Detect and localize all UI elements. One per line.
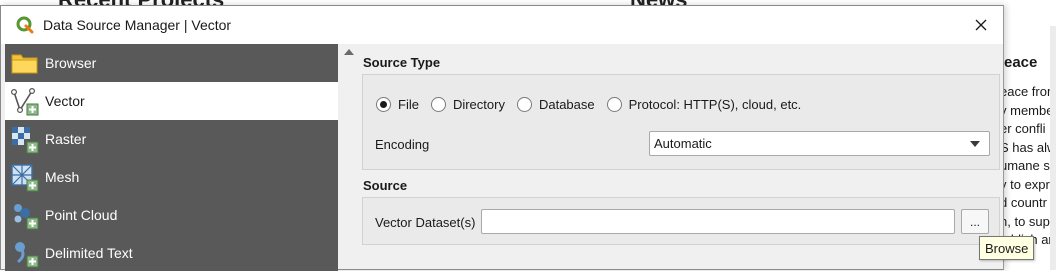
qgis-logo-icon xyxy=(16,16,34,34)
encoding-select[interactable]: Automatic xyxy=(649,131,990,156)
folder-icon xyxy=(11,54,38,74)
encoding-select-value: Automatic xyxy=(654,136,712,151)
radio-indicator xyxy=(606,97,622,112)
news-item-title: eace xyxy=(1004,54,1038,71)
radio-indicator xyxy=(430,97,446,112)
nav-item-point-cloud[interactable]: Point Cloud xyxy=(5,196,338,234)
news-panel: eace eace from y member er confli S has … xyxy=(1004,26,1056,270)
dialog-title: Data Source Manager | Vector xyxy=(43,17,232,33)
radio-database[interactable]: Database xyxy=(516,97,595,112)
browse-tooltip: Browse xyxy=(979,236,1035,260)
source-heading: Source xyxy=(363,178,408,193)
scroll-up-arrow-icon[interactable] xyxy=(343,47,355,57)
radio-label-protocol: Protocol: HTTP(S), cloud, etc. xyxy=(628,97,802,112)
vector-source-panel: Source Type File Directory Database Prot… xyxy=(342,44,1003,271)
radio-label-directory: Directory xyxy=(452,97,505,112)
delimited-text-icon xyxy=(15,242,39,268)
browse-button[interactable]: ... xyxy=(961,209,989,234)
source-type-list: Browser Vector Raster Mesh Point Cloud D… xyxy=(5,44,338,271)
vector-dataset-label: Vector Dataset(s) xyxy=(375,215,476,230)
nav-item-label: Browser xyxy=(45,55,97,71)
nav-item-delimited-text[interactable]: Delimited Text xyxy=(5,234,338,271)
source-type-group: File Directory Database Protocol: HTTP(S… xyxy=(362,74,1000,170)
nav-item-raster[interactable]: Raster xyxy=(5,120,338,158)
radio-file[interactable]: File xyxy=(376,97,419,112)
source-type-radio-group: File Directory Database Protocol: HTTP(S… xyxy=(376,97,813,112)
mesh-layer-icon xyxy=(11,164,39,192)
news-scrollbar[interactable] xyxy=(1050,26,1056,270)
nav-item-label: Point Cloud xyxy=(45,207,118,223)
vector-dataset-input[interactable] xyxy=(481,209,955,234)
source-type-heading: Source Type xyxy=(363,55,441,70)
nav-item-vector[interactable]: Vector xyxy=(5,82,338,120)
close-icon xyxy=(975,19,987,31)
source-group: Vector Dataset(s) ... xyxy=(362,197,1000,245)
radio-label-file: File xyxy=(398,97,419,112)
radio-checked-indicator xyxy=(376,97,391,112)
data-source-manager-dialog: Data Source Manager | Vector Browser Vec… xyxy=(0,5,1004,271)
radio-directory[interactable]: Directory xyxy=(430,97,505,112)
title-bar: Data Source Manager | Vector xyxy=(1,6,1003,44)
raster-layer-icon xyxy=(12,127,39,154)
nav-item-label: Vector xyxy=(45,93,85,109)
nav-item-label: Mesh xyxy=(45,169,80,185)
nav-item-label: Raster xyxy=(45,131,87,147)
nav-item-label: Delimited Text xyxy=(45,245,133,261)
radio-protocol[interactable]: Protocol: HTTP(S), cloud, etc. xyxy=(606,97,802,112)
vector-layer-icon xyxy=(10,87,39,116)
radio-indicator xyxy=(516,97,532,112)
chevron-down-icon xyxy=(970,141,980,147)
close-button[interactable] xyxy=(959,6,1003,44)
nav-item-browser[interactable]: Browser xyxy=(5,44,338,82)
radio-label-database: Database xyxy=(538,97,595,112)
encoding-label: Encoding xyxy=(375,137,430,152)
nav-item-mesh[interactable]: Mesh xyxy=(5,158,338,196)
point-cloud-icon xyxy=(14,204,39,230)
